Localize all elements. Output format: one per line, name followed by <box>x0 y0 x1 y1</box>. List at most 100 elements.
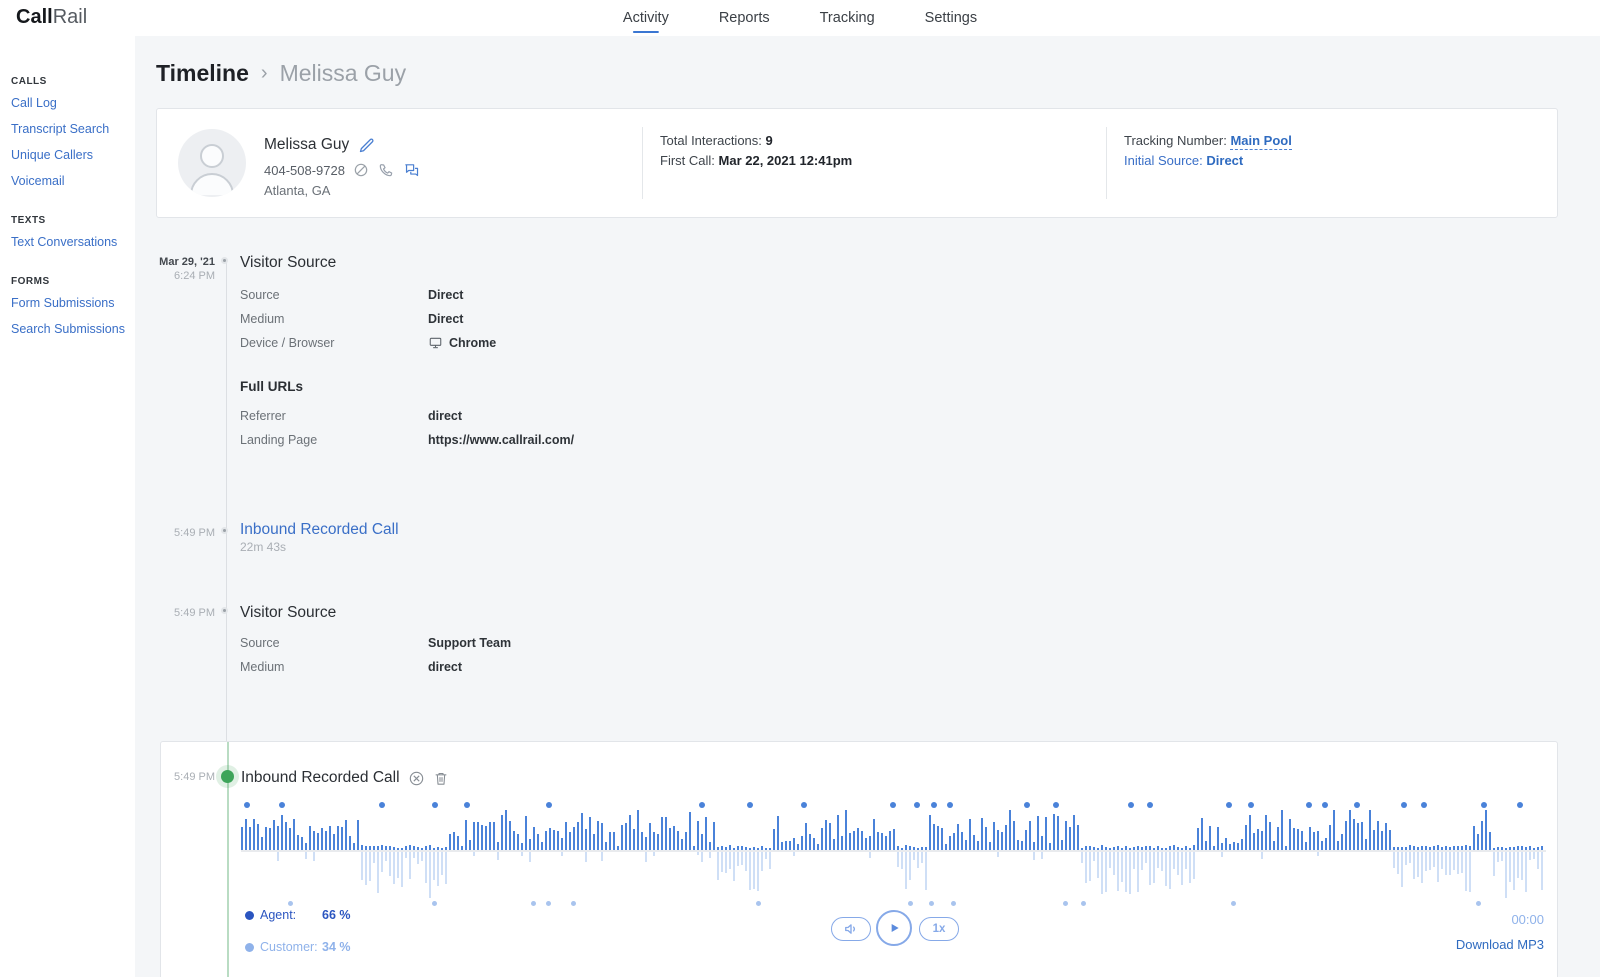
sidebar-item-text-conversations[interactable]: Text Conversations <box>11 235 127 249</box>
contact-phone: 404-508-9728 <box>264 162 345 178</box>
visitor-source-rows: Source Direct Medium Direct Device / Browser… <box>240 283 940 355</box>
sidebar: CALLS Call Log Transcript Search Unique Cal… <box>0 36 135 977</box>
speed-label: 1x <box>932 923 946 935</box>
waveform-marker-dot <box>928 901 934 906</box>
tag-icon[interactable] <box>408 770 425 787</box>
waveform-marker-dot <box>1401 802 1408 808</box>
contact-card: Melissa Guy 404-508-9728 Atlanta, GA Tot… <box>156 108 1558 218</box>
initial-source-label: Initial Source: <box>1124 153 1203 168</box>
waveform-marker-dot <box>889 802 896 808</box>
inbound-call-link[interactable]: Inbound Recorded Call <box>240 520 399 540</box>
entry-title: Visitor Source <box>240 604 337 621</box>
monitor-icon <box>429 337 442 349</box>
waveform-marker-dot <box>914 802 921 808</box>
detail-value: Chrome <box>428 336 496 350</box>
waveform-marker-dot <box>800 802 807 808</box>
waveform-marker-dot <box>747 802 754 808</box>
waveform-marker-dot <box>1305 802 1312 808</box>
tracking-number-label: Tracking Number: <box>1124 133 1227 148</box>
waveform-marker-dot <box>1226 802 1233 808</box>
tracking-number-link[interactable]: Main Pool <box>1230 133 1292 150</box>
logo-bold: Call <box>16 6 53 28</box>
waveform[interactable] <box>241 798 1546 910</box>
breadcrumb-root[interactable]: Timeline <box>156 60 249 87</box>
recorded-call-card: 5:49 PM Inbound Recorded Call Agent: 66 … <box>160 741 1558 977</box>
sidebar-item-search-submissions[interactable]: Search Submissions <box>11 322 127 336</box>
waveform-bottom-markers <box>241 898 1546 910</box>
contact-main: Melissa Guy 404-508-9728 Atlanta, GA <box>264 135 420 200</box>
waveform-marker-dot <box>699 802 706 808</box>
detail-row: Device / Browser Chrome <box>240 331 940 355</box>
contact-stats: Total Interactions: 9 First Call: Mar 22… <box>660 131 852 171</box>
timeline-dot <box>221 607 228 614</box>
main-content: Timeline › Melissa Guy Melissa Guy 404-5… <box>135 36 1600 977</box>
detail-value: https://www.callrail.com/ <box>428 433 575 447</box>
agent-dot-icon <box>245 910 254 920</box>
sidebar-item-form-submissions[interactable]: Form Submissions <box>11 296 127 310</box>
entry-title: Visitor Source <box>240 254 337 271</box>
waveform-marker-dot <box>546 901 552 906</box>
logo-light: Rail <box>52 6 88 28</box>
play-icon <box>891 924 899 932</box>
sidebar-section-forms: FORMS Form Submissions Search Submissions <box>11 276 127 336</box>
download-mp3-link[interactable]: Download MP3 <box>1456 937 1544 952</box>
full-urls-rows: Referrer direct Landing Page https://www.ca… <box>240 404 940 452</box>
customer-dot-icon <box>245 942 254 952</box>
nav-settings[interactable]: Settings <box>923 6 979 30</box>
waveform-marker-dot <box>1248 802 1255 808</box>
detail-row: Referrer direct <box>240 404 940 428</box>
app-root: CallRail Activity Reports Tracking Settings… <box>0 0 1600 977</box>
timeline-timestamp: 5:49 PM <box>135 606 215 620</box>
sidebar-item-unique-callers[interactable]: Unique Callers <box>11 148 127 162</box>
legend-agent: Agent: 66 % <box>245 908 351 922</box>
waveform-marker-dot <box>530 901 536 906</box>
app-logo[interactable]: CallRail <box>16 6 87 29</box>
breadcrumb-current: Melissa Guy <box>279 60 407 86</box>
waveform-marker-dot <box>947 802 953 808</box>
detail-label: Source <box>240 288 280 302</box>
avatar <box>178 129 246 197</box>
timeline-dot <box>221 527 228 534</box>
sms-icon[interactable] <box>403 162 420 179</box>
detail-value: direct <box>428 660 463 674</box>
initial-source-value: Direct <box>1206 153 1244 168</box>
waveform-marker-dot <box>950 901 956 906</box>
detail-row: Source Direct <box>240 283 940 307</box>
timestamp-time: 6:24 PM <box>174 270 215 282</box>
waveform-marker-dot <box>1231 901 1237 906</box>
block-icon[interactable] <box>353 162 370 179</box>
top-bar: CallRail Activity Reports Tracking Settings <box>0 0 1600 36</box>
detail-row: Medium direct <box>240 655 940 679</box>
volume-icon <box>845 924 855 934</box>
waveform-agent-bars <box>241 810 1546 850</box>
edit-icon[interactable] <box>358 137 375 154</box>
trash-icon[interactable] <box>433 770 450 787</box>
speed-button[interactable]: 1x <box>919 917 959 941</box>
detail-value: Support Team <box>428 636 512 650</box>
nav-tracking[interactable]: Tracking <box>818 6 877 30</box>
phone-icon[interactable] <box>378 162 395 179</box>
divider <box>1106 127 1107 199</box>
sidebar-section-title: TEXTS <box>11 215 46 226</box>
total-interactions-label: Total Interactions: <box>660 133 762 148</box>
waveform-marker-dot <box>278 802 285 808</box>
waveform-marker-dot <box>1128 802 1135 808</box>
agent-talk-percent: 66 % <box>322 908 351 922</box>
nav-reports[interactable]: Reports <box>717 6 772 30</box>
sidebar-item-voicemail[interactable]: Voicemail <box>11 174 127 188</box>
waveform-marker-dot <box>464 802 471 808</box>
volume-button[interactable] <box>831 917 871 941</box>
agent-label: Agent: <box>260 908 297 922</box>
waveform-marker-dot <box>379 802 386 808</box>
waveform-marker-dot <box>1052 802 1059 808</box>
detail-row: Source Support Team <box>240 631 940 655</box>
sidebar-section-texts: TEXTS Text Conversations <box>11 215 127 249</box>
waveform-marker-dot <box>1063 901 1069 906</box>
waveform-marker-dot <box>243 802 250 808</box>
waveform-marker-dot <box>1081 901 1087 906</box>
sidebar-item-call-log[interactable]: Call Log <box>11 96 127 110</box>
detail-label: Medium <box>240 312 285 326</box>
sidebar-item-transcript-search[interactable]: Transcript Search <box>11 122 127 136</box>
nav-activity[interactable]: Activity <box>621 6 671 30</box>
play-button[interactable] <box>876 910 912 946</box>
